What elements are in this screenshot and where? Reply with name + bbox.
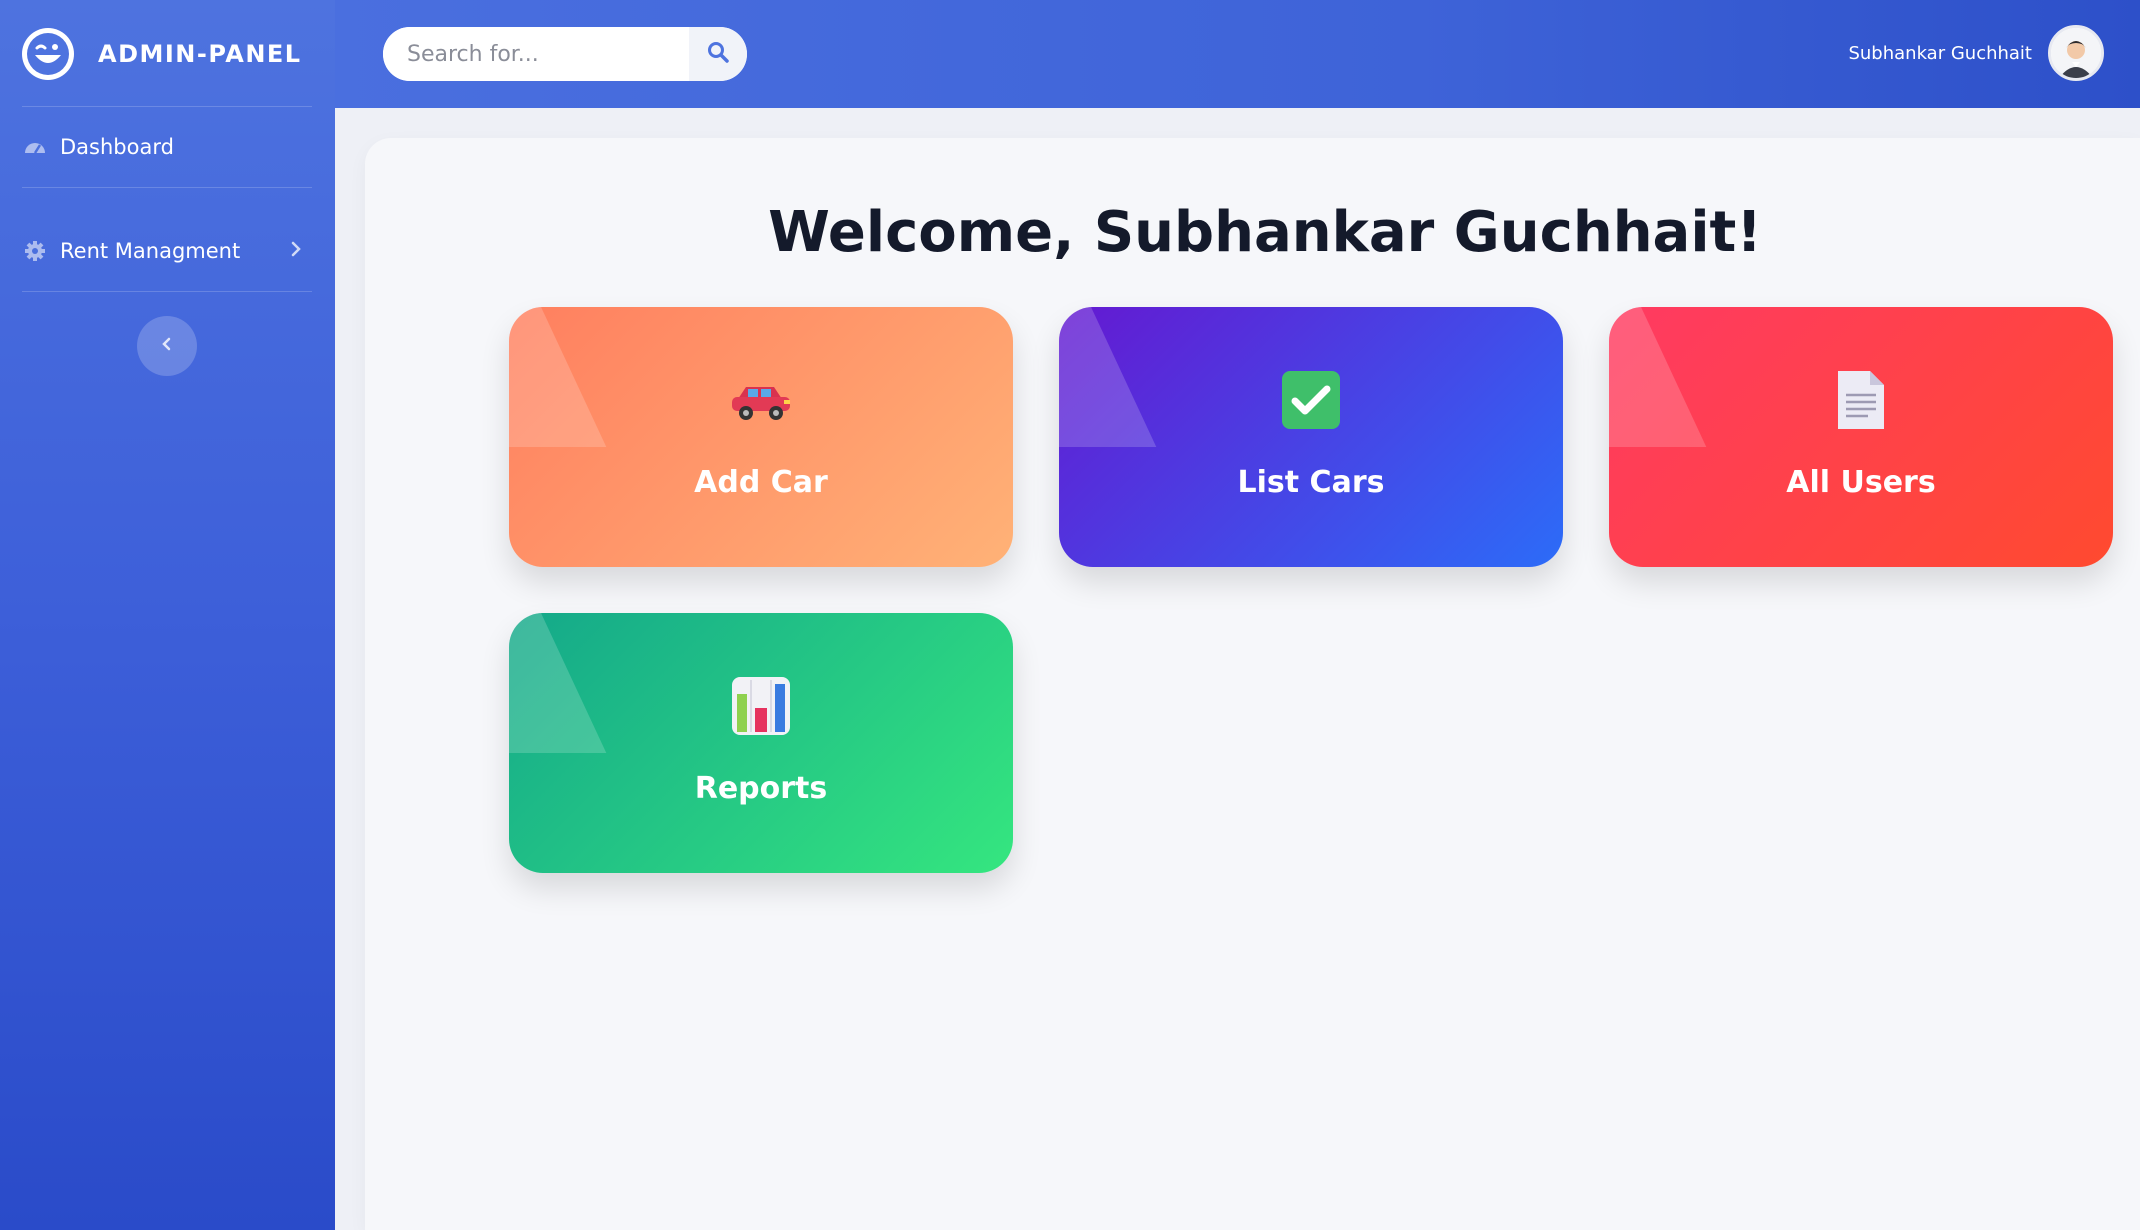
card-shine	[1059, 307, 1157, 447]
sidebar-divider	[22, 187, 312, 188]
brand-title: ADMIN-PANEL	[98, 40, 302, 68]
chevron-right-icon	[290, 239, 302, 263]
search-button[interactable]	[689, 27, 747, 81]
page-title: Welcome, Subhankar Guchhait!	[768, 200, 1762, 265]
user-name: Subhankar Guchhait	[1848, 42, 2032, 64]
sidebar-divider	[22, 106, 312, 107]
brand[interactable]: ADMIN-PANEL	[22, 24, 302, 84]
search-input[interactable]	[383, 27, 689, 81]
chevron-left-icon	[161, 336, 173, 356]
card-list-cars[interactable]: List Cars	[1059, 307, 1563, 567]
card-add-car[interactable]: Add Car	[509, 307, 1013, 567]
card-label: Add Car	[694, 465, 828, 500]
car-icon	[730, 369, 792, 431]
card-label: List Cars	[1237, 465, 1385, 500]
card-label: All Users	[1786, 465, 1936, 500]
sidebar-item-rent-managment[interactable]: Rent Managment	[22, 221, 312, 281]
card-shine	[509, 307, 607, 447]
document-icon	[1830, 369, 1892, 431]
check-mark-icon	[1280, 369, 1342, 431]
card-label: Reports	[694, 771, 828, 806]
dashboard-gauge-icon	[22, 134, 48, 160]
app-root: ADMIN-PANEL Dashboard Rent Managment Sea…	[0, 0, 2140, 1230]
card-shine	[1609, 307, 1707, 447]
search-bar	[383, 27, 747, 81]
card-reports[interactable]: Reports	[509, 613, 1013, 873]
sidebar-item-label: Rent Managment	[60, 239, 241, 263]
winking-face-icon	[22, 28, 74, 80]
gear-icon	[22, 238, 48, 264]
bar-chart-icon	[730, 675, 792, 737]
card-shine	[509, 613, 607, 753]
avatar[interactable]	[2048, 25, 2104, 81]
main-content: Welcome, Subhankar Guchhait! Add Car Lis…	[365, 138, 2140, 1230]
user-menu[interactable]: Subhankar Guchhait	[1848, 25, 2104, 81]
topbar: Subhankar Guchhait	[335, 0, 2140, 108]
search-icon	[707, 41, 729, 67]
sidebar-item-dashboard[interactable]: Dashboard	[22, 117, 312, 177]
sidebar-toggle-button[interactable]	[137, 316, 197, 376]
sidebar-divider	[22, 291, 312, 292]
sidebar-item-label: Dashboard	[60, 135, 174, 159]
card-all-users[interactable]: All Users	[1609, 307, 2113, 567]
sidebar: ADMIN-PANEL Dashboard Rent Managment	[0, 0, 335, 1230]
